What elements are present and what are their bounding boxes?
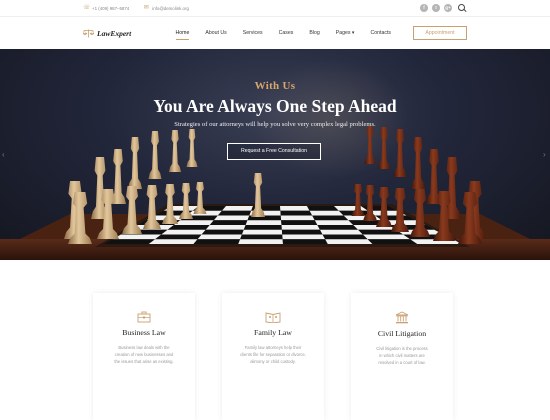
scales-icon [83, 29, 94, 37]
board-square [309, 210, 344, 216]
board-square [307, 206, 339, 211]
top-bar: ☏ +1 (409) 987–5874 ✉ info@demolink.org … [0, 0, 550, 16]
board-square [280, 206, 310, 211]
feature-title: Business Law [122, 328, 166, 337]
nav-cases[interactable]: Cases [279, 27, 294, 39]
phone-text: +1 (409) 987–5874 [92, 5, 130, 11]
search-icon[interactable] [458, 3, 467, 13]
board-square [205, 225, 246, 230]
chess-piece [364, 126, 376, 164]
logo[interactable]: LawExpert [83, 29, 131, 38]
feature-text: Civil litigation is the process in which … [376, 346, 428, 365]
feature-title: Family Law [254, 328, 292, 337]
nav-pages[interactable]: Pages ▾ [336, 27, 355, 39]
board-square [322, 234, 368, 240]
nav-home[interactable]: Home [175, 27, 189, 40]
board-square [314, 220, 354, 225]
chess-piece [378, 127, 390, 169]
board-square [281, 229, 323, 235]
hero-description: Strategies of our attorneys will help yo… [174, 121, 376, 128]
appointment-button[interactable]: Appointment [413, 26, 467, 40]
board-square [209, 220, 248, 225]
chess-piece [186, 129, 198, 167]
feature-text: Business law deals with the creation of n… [114, 345, 174, 364]
facebook-icon[interactable]: f [420, 4, 428, 12]
nav-about-us[interactable]: About Us [205, 27, 226, 39]
board-square [217, 210, 252, 216]
board-square [280, 210, 313, 216]
email-text: info@demolink.org [152, 5, 189, 11]
board-square [240, 234, 283, 240]
briefcase-icon [137, 311, 151, 323]
board-square [104, 239, 156, 244]
hero-title: You Are Always One Step Ahead [153, 96, 397, 116]
board-square [201, 229, 244, 235]
board-square [213, 215, 250, 221]
nav-contacts[interactable]: Contacts [371, 27, 391, 39]
twitter-icon[interactable]: t [432, 4, 440, 12]
google-plus-icon[interactable]: g+ [444, 4, 452, 12]
chess-piece [411, 137, 425, 189]
board-square [112, 234, 162, 240]
board-square [282, 239, 328, 244]
feature-text: Family law attorneys help their clients f… [240, 345, 306, 364]
board-square [282, 234, 326, 240]
hero-subtitle: With Us [254, 80, 296, 92]
board-square [241, 229, 283, 235]
board-square [281, 220, 318, 225]
hero-banner: With Us You Are Always One Step Ahead St… [0, 49, 550, 260]
board-square [238, 239, 283, 244]
chess-piece [148, 131, 162, 179]
board-square [167, 225, 210, 230]
feature-card-business-law[interactable]: Business Law Business law deals with the… [93, 293, 195, 420]
feature-card-civil-litigation[interactable]: Civil Litigation Civil litigation is the… [351, 293, 453, 420]
board-square [243, 225, 282, 230]
slider-next-arrow-icon[interactable]: › [543, 150, 548, 159]
email-contact[interactable]: ✉ info@demolink.org [143, 5, 189, 11]
slider-prev-arrow-icon[interactable]: ‹ [2, 150, 7, 159]
board-square [173, 220, 214, 225]
board-square [362, 234, 411, 240]
board-square [221, 206, 253, 211]
family-book-icon [265, 312, 281, 323]
board-square [193, 239, 241, 244]
feature-card-family-law[interactable]: Family Law Family law attorneys help the… [222, 293, 324, 420]
board-square [281, 225, 320, 230]
mail-icon: ✉ [143, 5, 149, 11]
logo-text: LawExpert [97, 28, 132, 38]
board-square [319, 229, 363, 235]
board-square [197, 234, 242, 240]
board-square [245, 220, 282, 225]
chess-piece [393, 129, 407, 177]
board-square [317, 225, 359, 230]
consultation-button[interactable]: Request a Free Consultation [227, 143, 321, 160]
courthouse-icon [395, 311, 409, 324]
main-navigation: LawExpert Home About Us Services Cases B… [0, 16, 550, 49]
board-square [155, 234, 202, 240]
social-links: f t g+ [416, 3, 467, 13]
board-square [367, 239, 418, 244]
phone-contact[interactable]: ☏ +1 (409) 987–5874 [83, 5, 129, 11]
chess-piece [169, 130, 181, 172]
board-square [280, 215, 315, 221]
board-square [325, 239, 373, 244]
board-square [148, 239, 198, 244]
board-square [312, 215, 349, 221]
nav-blog[interactable]: Blog [309, 27, 319, 39]
board-square [161, 229, 206, 235]
chess-piece [128, 137, 142, 189]
feature-title: Civil Litigation [377, 329, 427, 338]
practice-areas: Business Law Business law deals with the… [93, 293, 453, 420]
nav-services[interactable]: Services [243, 27, 263, 39]
phone-icon: ☏ [83, 5, 91, 11]
menu: Home About Us Services Cases Blog Pages … [160, 26, 467, 40]
